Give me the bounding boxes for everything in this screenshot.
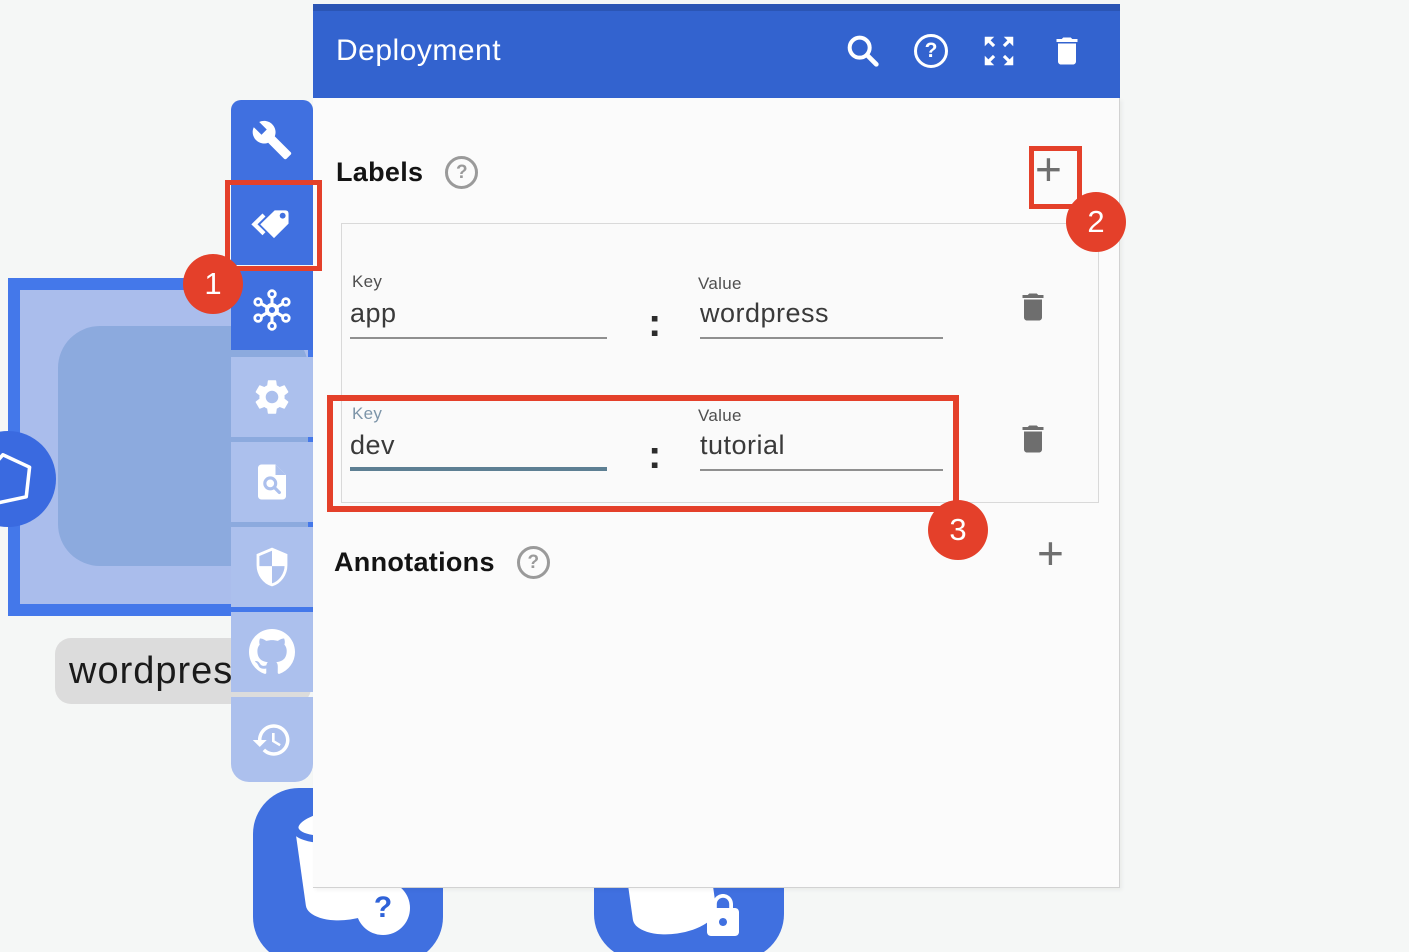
- value-label: Value: [698, 274, 742, 294]
- expand-icon[interactable]: [977, 29, 1021, 73]
- key-label: Key: [352, 272, 382, 292]
- history-icon: [251, 719, 293, 761]
- labels-section-title: Labels: [336, 157, 423, 188]
- toolbar-item-properties[interactable]: [231, 100, 313, 180]
- wrench-icon: [251, 119, 293, 161]
- delete-label-row-icon[interactable]: [1015, 420, 1051, 463]
- trash-icon[interactable]: [1045, 29, 1089, 73]
- step-marker-3: 3: [928, 500, 988, 560]
- document-search-icon: [251, 461, 293, 503]
- step-marker-2: 2: [1066, 192, 1126, 252]
- help-glyph: ?: [925, 39, 938, 63]
- highlight-box-label-row: [327, 395, 959, 512]
- value-input[interactable]: [700, 298, 943, 339]
- annotations-section-title: Annotations: [334, 547, 495, 578]
- question-badge: ?: [356, 881, 410, 935]
- lock-icon: [699, 890, 747, 947]
- shield-icon: [251, 546, 293, 588]
- labels-help-glyph: ?: [456, 162, 468, 184]
- toolbar-item-search-docs[interactable]: [231, 442, 313, 522]
- node-label: wordpress: [69, 650, 253, 693]
- help-icon[interactable]: ?: [909, 29, 953, 73]
- annotations-help-glyph: ?: [527, 552, 539, 574]
- colon-separator: :: [648, 301, 661, 346]
- toolbar-item-security[interactable]: [231, 527, 313, 607]
- highlight-box-labels-tool: [225, 180, 322, 271]
- step-number: 2: [1087, 204, 1104, 240]
- labels-help-icon[interactable]: ?: [445, 156, 478, 189]
- question-badge-glyph: ?: [374, 891, 392, 925]
- delete-label-row-icon[interactable]: [1015, 288, 1051, 331]
- panel-title: Deployment: [336, 34, 501, 68]
- gear-icon: [251, 376, 293, 418]
- search-icon[interactable]: [841, 29, 885, 73]
- annotations-help-icon[interactable]: ?: [517, 546, 550, 579]
- panel-header: Deployment ?: [313, 4, 1120, 98]
- pentagon-icon: [0, 446, 41, 512]
- hub-icon: [247, 285, 297, 335]
- key-input[interactable]: [350, 298, 607, 339]
- toolbar-item-hierarchy[interactable]: [231, 270, 313, 350]
- step-number: 1: [204, 266, 221, 302]
- app-canvas: wordpress ?: [0, 0, 1409, 952]
- github-icon: [249, 629, 295, 675]
- add-annotation-button[interactable]: +: [1037, 530, 1064, 576]
- step-number: 3: [949, 512, 966, 548]
- toolbar-item-github[interactable]: [231, 612, 313, 692]
- toolbar-item-settings[interactable]: [231, 357, 313, 437]
- toolbar-item-history[interactable]: [231, 697, 313, 782]
- step-marker-1: 1: [183, 254, 243, 314]
